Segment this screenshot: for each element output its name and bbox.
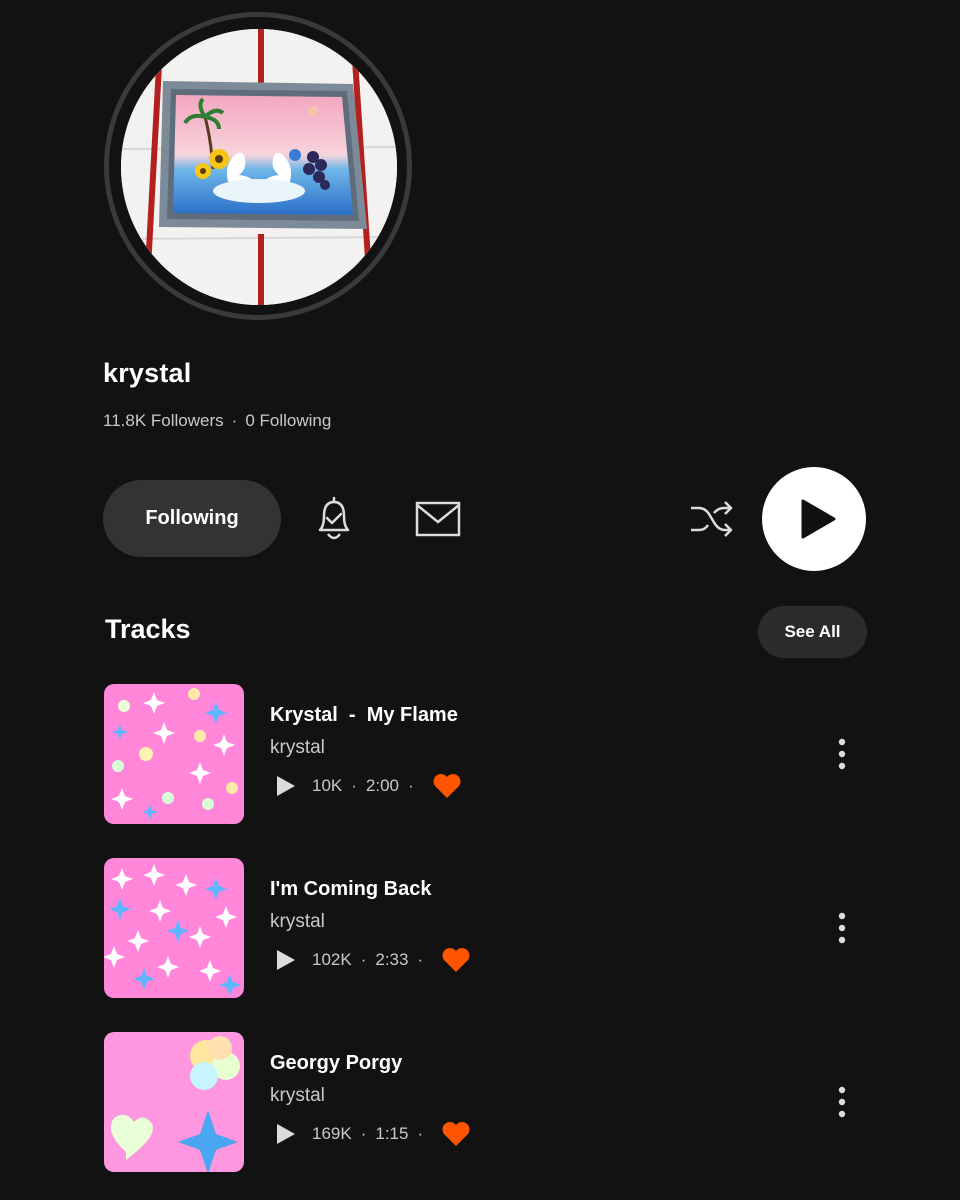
profile-stats: 11.8K Followers · 0 Following	[103, 411, 331, 431]
play-all-button[interactable]	[762, 467, 866, 571]
track-title[interactable]: I'm Coming Back	[270, 878, 431, 901]
track-artwork-image	[104, 1032, 244, 1172]
track-artwork[interactable]	[104, 858, 244, 998]
track-duration: 2:00	[365, 776, 400, 795]
track-artwork-image	[104, 858, 244, 998]
track-row[interactable]: Krystal - My Flame krystal 10K · 2:00 ·	[104, 684, 864, 824]
more-vertical-icon	[838, 1086, 846, 1118]
more-vertical-icon	[838, 738, 846, 770]
track-plays: 102K	[312, 950, 352, 969]
track-artist[interactable]: krystal	[270, 1085, 325, 1107]
avatar-painting-image	[121, 29, 397, 305]
profile-username: krystal	[103, 358, 192, 388]
track-artwork[interactable]	[104, 1032, 244, 1172]
following-button[interactable]: Following	[103, 480, 281, 557]
track-artist[interactable]: krystal	[270, 737, 325, 759]
track-more-button[interactable]	[830, 1084, 854, 1120]
meta-separator: ·	[360, 1124, 367, 1143]
message-button[interactable]	[414, 498, 462, 540]
track-more-button[interactable]	[830, 910, 854, 946]
track-row[interactable]: Georgy Porgy krystal 169K · 1:15 ·	[104, 1032, 864, 1172]
meta-separator: ·	[417, 1124, 424, 1143]
track-artist[interactable]: krystal	[270, 911, 325, 933]
track-meta: 10K · 2:00 ·	[274, 772, 463, 800]
heart-icon[interactable]	[440, 946, 472, 974]
track-meta: 169K · 1:15 ·	[274, 1120, 472, 1148]
track-meta: 102K · 2:33 ·	[274, 946, 472, 974]
track-title[interactable]: Krystal - My Flame	[270, 704, 458, 727]
track-row[interactable]: I'm Coming Back krystal 102K · 2:33 ·	[104, 858, 864, 998]
track-plays: 169K	[312, 1124, 352, 1143]
meta-separator: ·	[351, 776, 357, 795]
track-artwork-image	[104, 684, 244, 824]
meta-separator: ·	[360, 950, 367, 969]
notification-bell-button[interactable]	[310, 494, 358, 544]
play-count-icon	[274, 947, 298, 973]
mail-icon	[415, 501, 461, 537]
more-vertical-icon	[838, 912, 846, 944]
heart-icon[interactable]	[440, 1120, 472, 1148]
track-artwork[interactable]	[104, 684, 244, 824]
shuffle-icon	[691, 501, 733, 537]
shuffle-button[interactable]	[688, 498, 734, 540]
play-icon	[801, 499, 836, 539]
track-title[interactable]: Georgy Porgy	[270, 1052, 402, 1075]
track-duration: 1:15	[375, 1124, 409, 1143]
heart-icon[interactable]	[431, 772, 463, 800]
followers-count[interactable]: 11.8K Followers	[103, 411, 224, 430]
bell-check-icon	[318, 496, 350, 540]
tracks-section-title: Tracks	[105, 614, 191, 644]
meta-separator: ·	[408, 776, 414, 795]
play-count-icon	[274, 1121, 298, 1147]
stats-separator: ·	[231, 411, 238, 430]
following-count[interactable]: 0 Following	[245, 411, 331, 430]
track-plays: 10K	[312, 776, 343, 795]
profile-avatar[interactable]	[121, 29, 397, 305]
play-count-icon	[274, 773, 298, 799]
see-all-button[interactable]: See All	[758, 606, 867, 658]
track-more-button[interactable]	[830, 736, 854, 772]
track-duration: 2:33	[375, 950, 409, 969]
meta-separator: ·	[417, 950, 424, 969]
